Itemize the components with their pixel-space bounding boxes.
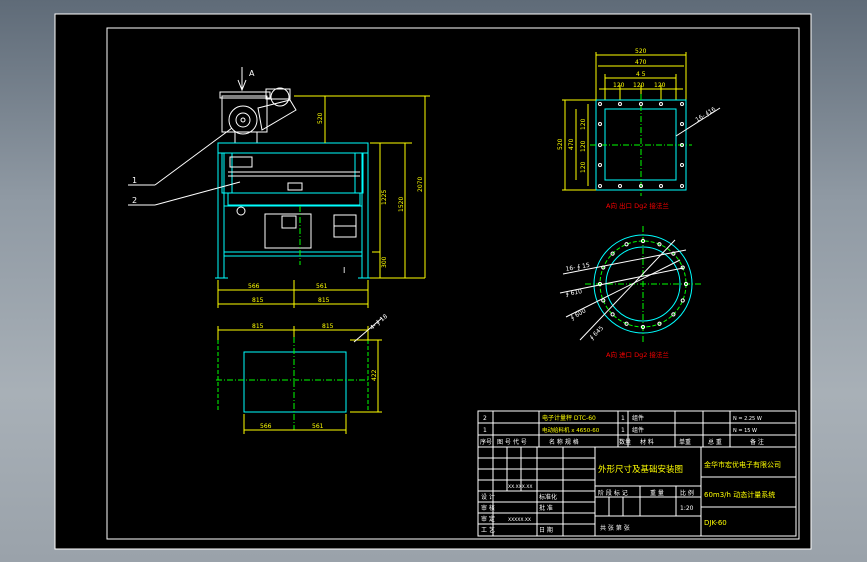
parts-row-1-no: 1	[483, 427, 487, 434]
dim-overall: 2070	[417, 177, 424, 192]
drawing-number: DJK-60	[704, 519, 727, 527]
square-flange-caption: A向 出口 Dg2 接法兰	[606, 201, 669, 210]
balloon-2: 2	[132, 196, 137, 205]
arrow-a-label: A	[249, 69, 255, 78]
header-unit-weight: 单重	[679, 438, 691, 446]
process-label: 工 艺	[481, 526, 495, 534]
approve-label: 审 定	[481, 515, 495, 523]
balloon-1: 1	[132, 176, 137, 185]
parts-row-1-name: 电动给料机 x 4650-60	[542, 426, 600, 434]
foundation-dim-right-top: 815	[322, 323, 334, 330]
outer-frame	[54, 13, 812, 550]
parts-row-2-name: 电子计量秤 DTC-60	[542, 414, 596, 422]
standard-label: 标准化	[539, 493, 557, 501]
approval-label: 批 准	[539, 504, 553, 512]
header-name: 名 称 规 格	[549, 438, 579, 446]
section-mark: I	[343, 266, 345, 275]
foundation-dim-height: 422	[371, 369, 378, 381]
weight-label: 重 量	[650, 489, 664, 497]
stage-label: 阶 段 标 记	[598, 489, 628, 497]
flange-dim-side-p2: 120	[580, 140, 587, 152]
flange-dim-side-outer: 520	[557, 138, 564, 150]
flange-dim-pitch-3: 120	[654, 82, 666, 89]
dim-span-right: 815	[318, 297, 330, 304]
flange-dim-outer-width: 520	[635, 48, 647, 55]
parts-row-1-qty: 1	[621, 427, 625, 434]
header-note: 备 注	[750, 438, 764, 446]
parts-row-2-material: 组件	[632, 414, 644, 422]
dim-span-left: 815	[252, 297, 264, 304]
flange-dim-bolt-spacing: 4 5	[636, 71, 646, 78]
design-label: 设 计	[481, 493, 495, 501]
drawing-title: 外形尺寸及基础安装图	[598, 464, 683, 475]
check-label: 审 核	[481, 504, 495, 512]
dim-left-half: 566	[248, 283, 260, 290]
parts-row-2-qty: 1	[621, 415, 625, 422]
header-total-weight: 总 重	[708, 438, 722, 446]
flange-dim-pitch-1: 120	[613, 82, 625, 89]
check-name: XXXXX.XX	[508, 517, 531, 523]
dim-bottom: 300	[381, 256, 388, 268]
flange-dim-side-p1: 120	[580, 118, 587, 130]
flange-dim-pitch-2: 120	[633, 82, 645, 89]
design-name: XX.XXX.XX	[508, 484, 532, 490]
header-no: 序号	[480, 438, 492, 446]
flange-dim-side-p3: 120	[580, 161, 587, 173]
dim-mid: 1225	[381, 190, 388, 205]
date-label: 日 期	[539, 526, 553, 534]
sheet-label: 共 张 第 张	[600, 524, 630, 532]
parts-row-1-material: 组件	[632, 426, 644, 434]
dim-right-half: 561	[316, 283, 328, 290]
header-code: 图 号 代 号	[497, 438, 527, 446]
round-flange-caption: A向 进口 Dg2 接法兰	[606, 350, 669, 359]
foundation-dim-left-bottom: 566	[260, 423, 272, 430]
dim-inner: 1520	[398, 197, 405, 212]
company-name: 金华市宏优电子有限公司	[704, 460, 781, 469]
scale-label: 比 例	[680, 489, 694, 497]
header-material: 材 料	[640, 438, 654, 446]
foundation-dim-left-top: 815	[252, 323, 264, 330]
cad-drawing: A 1 2 520 1225 2070 1520 300 I 566 561 8…	[54, 13, 812, 550]
parts-row-2-no: 2	[483, 415, 487, 422]
scale-value: 1:20	[680, 505, 694, 512]
parts-row-2-note: N = 2.25 W	[733, 416, 762, 422]
dim-top: 520	[317, 112, 324, 124]
flange-dim-inner-width: 470	[635, 59, 647, 66]
project-name: 60m3/h 动态计量系统	[704, 490, 775, 499]
flange-dim-side-inner: 470	[568, 138, 575, 150]
parts-row-1-note: N = 15 W	[733, 428, 757, 434]
header-qty: 数量	[619, 438, 631, 446]
foundation-dim-right-bottom: 561	[312, 423, 324, 430]
